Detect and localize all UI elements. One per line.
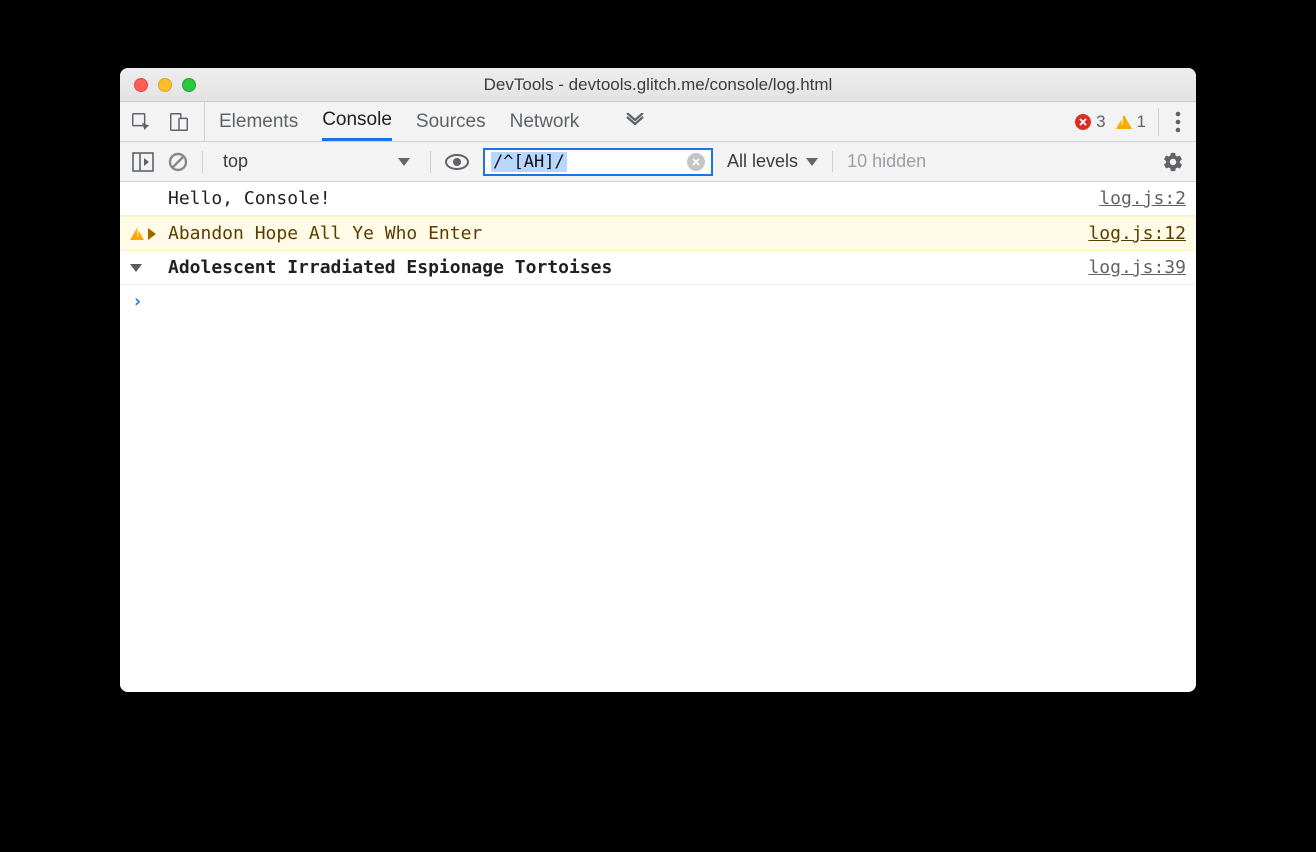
warning-count[interactable]: 1: [1116, 112, 1146, 132]
sidebar-toggle-icon[interactable]: [132, 152, 154, 172]
row-gutter: [130, 228, 168, 240]
more-options-button[interactable]: [1158, 108, 1186, 136]
console-row-log[interactable]: Hello, Console! log.js:2: [120, 182, 1196, 216]
row-gutter: [130, 264, 168, 272]
toolbar-divider: [202, 151, 203, 173]
source-link[interactable]: log.js:12: [1088, 223, 1186, 244]
filter-input[interactable]: /^[AH]/: [483, 148, 713, 176]
clear-filter-icon[interactable]: [687, 153, 705, 171]
status-indicators: 3 1: [1075, 112, 1146, 132]
console-output: Hello, Console! log.js:2 Abandon Hope Al…: [120, 182, 1196, 692]
log-message: Hello, Console!: [168, 188, 1099, 209]
log-levels-selector[interactable]: All levels: [727, 151, 818, 172]
filter-value: /^[AH]/: [491, 152, 567, 172]
minimize-window-button[interactable]: [158, 78, 172, 92]
disclosure-down-icon[interactable]: [130, 264, 142, 272]
group-message: Adolescent Irradiated Espionage Tortoise…: [168, 257, 1088, 278]
console-row-warning[interactable]: Abandon Hope All Ye Who Enter log.js:12: [120, 216, 1196, 251]
context-value: top: [223, 151, 248, 172]
tab-sources[interactable]: Sources: [416, 102, 486, 141]
prompt-caret-icon: ›: [132, 291, 143, 312]
chevron-down-icon: [806, 158, 818, 166]
levels-label: All levels: [727, 151, 798, 172]
device-toolbar-icon[interactable]: [168, 111, 190, 133]
warning-icon: [130, 228, 144, 240]
source-link[interactable]: log.js:39: [1088, 257, 1186, 278]
source-link[interactable]: log.js:2: [1099, 188, 1186, 209]
close-window-button[interactable]: [134, 78, 148, 92]
hidden-count[interactable]: 10 hidden: [832, 151, 926, 172]
maximize-window-button[interactable]: [182, 78, 196, 92]
warning-count-value: 1: [1137, 112, 1146, 132]
tab-elements[interactable]: Elements: [219, 102, 298, 141]
error-icon: [1075, 114, 1091, 130]
inspect-element-icon[interactable]: [130, 111, 152, 133]
clear-console-icon[interactable]: [168, 152, 188, 172]
devtools-window: DevTools - devtools.glitch.me/console/lo…: [120, 68, 1196, 692]
error-count-value: 3: [1096, 112, 1105, 132]
live-expression-icon[interactable]: [445, 153, 469, 171]
error-count[interactable]: 3: [1075, 112, 1105, 132]
panel-tabbar: Elements Console Sources Network 3 1: [120, 102, 1196, 142]
disclosure-right-icon[interactable]: [148, 228, 156, 240]
titlebar: DevTools - devtools.glitch.me/console/lo…: [120, 68, 1196, 102]
warning-icon: [1116, 115, 1132, 129]
console-row-group[interactable]: Adolescent Irradiated Espionage Tortoise…: [120, 251, 1196, 285]
window-title: DevTools - devtools.glitch.me/console/lo…: [120, 75, 1196, 95]
window-controls: [134, 78, 196, 92]
console-prompt[interactable]: ›: [120, 285, 1196, 318]
console-toolbar: top /^[AH]/ All levels 10 hidden: [120, 142, 1196, 182]
context-selector[interactable]: top: [217, 151, 416, 172]
tab-console[interactable]: Console: [322, 102, 392, 141]
settings-icon[interactable]: [1162, 151, 1184, 173]
tab-list: Elements Console Sources Network: [219, 102, 645, 141]
tab-network[interactable]: Network: [510, 102, 580, 141]
chevron-down-icon: [398, 158, 410, 166]
warning-message: Abandon Hope All Ye Who Enter: [168, 223, 1088, 244]
toolbar-divider: [430, 151, 431, 173]
tabs-overflow-icon[interactable]: [625, 111, 645, 132]
